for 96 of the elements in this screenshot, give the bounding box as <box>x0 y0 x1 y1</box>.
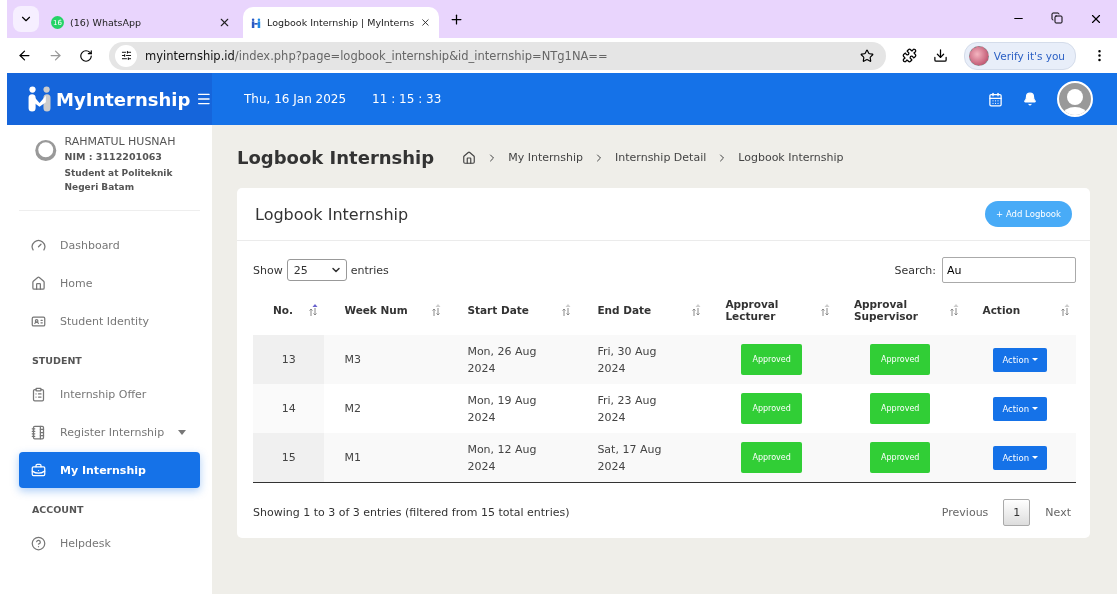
table-cell: Mon, 12 Aug 2024 <box>467 442 537 473</box>
search-field[interactable]: Au <box>942 257 1076 283</box>
column-header[interactable]: Approval Lecturer <box>725 298 796 322</box>
entries-label: entries <box>350 263 389 277</box>
breadcrumb-link[interactable]: Logbook Internship <box>738 151 844 164</box>
close-icon[interactable] <box>420 16 431 29</box>
table-cell: 15 <box>281 451 296 464</box>
table-cell: 14 <box>281 402 296 415</box>
page-title: Logbook Internship <box>237 147 435 168</box>
sort-icon[interactable] <box>691 303 702 317</box>
user-nim: NIM : 3112201063 <box>64 151 163 162</box>
status-badge: Approved <box>741 442 802 473</box>
breadcrumb-link[interactable]: Internship Detail <box>615 151 707 164</box>
caret-icon <box>1032 455 1039 460</box>
reload-icon[interactable] <box>79 48 93 63</box>
table-cell: 13 <box>281 353 296 366</box>
brand-name: MyInternship <box>56 88 191 110</box>
sidebar-item[interactable]: Home <box>19 265 200 301</box>
entries-select[interactable]: 25 <box>286 259 347 281</box>
profile-button[interactable]: Verify it's you <box>963 41 1076 70</box>
caret-icon <box>1032 357 1039 362</box>
site-info-icon[interactable] <box>115 44 137 67</box>
column-header[interactable]: No. <box>273 304 293 316</box>
column-header[interactable]: Start Date <box>467 304 529 316</box>
caret-icon <box>178 429 187 435</box>
gauge-icon <box>31 237 46 253</box>
breadcrumb-link[interactable]: My Internship <box>508 151 584 164</box>
table-cell: M2 <box>344 402 361 415</box>
sidebar-item[interactable]: Student Identity <box>19 303 200 339</box>
status-badge: Approved <box>870 442 931 473</box>
user-name: RAHMATUL HUSNAH <box>64 135 177 148</box>
column-header[interactable]: End Date <box>597 304 652 316</box>
table-cell: Fri, 23 Aug 2024 <box>597 393 657 424</box>
sidebar-item[interactable]: Dashboard <box>19 227 200 263</box>
user-role: Student at Politeknik Negeri Batam <box>64 167 174 194</box>
home-icon <box>31 275 46 291</box>
sort-icon[interactable] <box>561 303 572 317</box>
section-heading: ACCOUNT <box>31 503 85 517</box>
bell-icon[interactable] <box>1023 92 1037 106</box>
card-title: Logbook Internship <box>255 204 409 224</box>
sort-icon[interactable] <box>819 303 830 317</box>
sidebar-item[interactable]: Helpdesk <box>19 525 200 561</box>
pagination-link[interactable]: Previous <box>936 499 994 526</box>
sort-icon[interactable] <box>1060 303 1070 317</box>
status-badge: Approved <box>870 344 931 375</box>
extensions-icon[interactable] <box>901 48 917 63</box>
action-button[interactable]: Action <box>993 445 1048 470</box>
restore-icon[interactable] <box>1051 12 1063 24</box>
sort-icon[interactable] <box>308 303 319 317</box>
sidebar-item[interactable]: Register Internship <box>19 414 200 450</box>
section-heading: STUDENT <box>31 354 83 368</box>
table-cell: Mon, 26 Aug 2024 <box>467 344 537 375</box>
action-button[interactable]: Action <box>993 396 1048 421</box>
close-icon[interactable] <box>1089 12 1103 26</box>
help-icon <box>31 535 46 551</box>
date-text: Thu, 16 Jan 2025 <box>244 92 347 106</box>
new-tab-icon[interactable] <box>449 11 464 27</box>
table-cell: M3 <box>344 353 361 366</box>
user-avatar[interactable] <box>1057 81 1093 117</box>
download-icon[interactable] <box>932 48 948 63</box>
table-cell: M1 <box>344 451 361 464</box>
bookmark-icon[interactable] <box>859 48 874 63</box>
address-bar[interactable]: myinternship.id/index.php?page=logbook_internship&id_internship=NTg1NA== <box>109 41 886 70</box>
status-badge: Approved <box>870 393 931 424</box>
status-badge: Approved <box>741 393 802 424</box>
time-text: 11 : 15 : 33 <box>372 92 442 106</box>
home-icon[interactable] <box>462 150 477 165</box>
sidebar-item[interactable]: Internship Offer <box>19 376 200 412</box>
caret-icon <box>1032 406 1039 411</box>
tab-list-button[interactable] <box>13 6 39 32</box>
calendar-icon[interactable] <box>988 91 1003 107</box>
column-header[interactable]: Action <box>982 304 1021 316</box>
notebook-icon <box>31 424 46 440</box>
id-card-icon <box>31 313 46 329</box>
clipboard-icon <box>31 386 46 402</box>
pagination-link[interactable]: Next <box>1040 499 1076 526</box>
search-label: Search: <box>894 263 936 277</box>
table-cell: Mon, 19 Aug 2024 <box>467 393 537 424</box>
table-cell: Fri, 30 Aug 2024 <box>597 344 657 375</box>
back-icon[interactable] <box>17 48 32 63</box>
table-info: Showing 1 to 3 of 3 entries (filtered from 15 total entries) <box>253 506 570 519</box>
action-button[interactable]: Action <box>993 347 1048 372</box>
show-label: Show <box>253 263 283 277</box>
forward-icon[interactable] <box>48 48 63 63</box>
browser-tab[interactable]: Logbook Internship | MyInterns <box>243 7 439 38</box>
page-button[interactable]: 1 <box>1003 499 1031 526</box>
column-header[interactable]: Week Num <box>344 304 408 316</box>
status-badge: Approved <box>741 344 802 375</box>
table-cell: Sat, 17 Aug 2024 <box>597 442 662 473</box>
column-header[interactable]: Approval Supervisor <box>853 298 924 322</box>
site-icon <box>251 16 262 29</box>
close-icon[interactable] <box>218 16 231 29</box>
sort-icon[interactable] <box>431 303 442 317</box>
sort-icon[interactable] <box>948 303 959 317</box>
sidebar-item[interactable]: My Internship <box>19 452 200 488</box>
briefcase-icon <box>31 462 46 478</box>
